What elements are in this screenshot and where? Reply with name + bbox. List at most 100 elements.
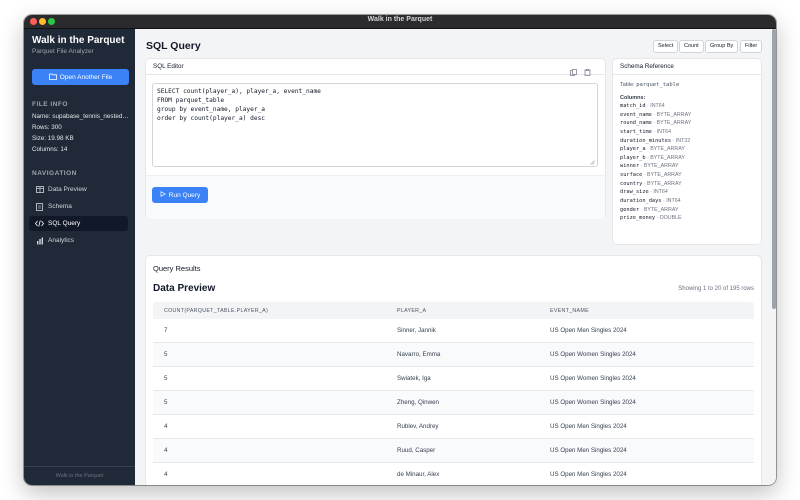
code-line: group by event_name, player_a (157, 106, 266, 113)
count-template-button[interactable]: Count (679, 40, 704, 53)
filter-template-button[interactable]: Filter (740, 40, 763, 53)
schema-column: event_name · BYTE_ARRAY (620, 111, 760, 120)
table-row[interactable]: 4 de Minaur, Alex US Open Men Singles 2024 (153, 463, 754, 485)
file-rows: Rows: 300 (32, 124, 62, 131)
navigation-heading: NAVIGATION (32, 170, 77, 177)
sql-query-textarea[interactable]: SELECT count(player_a), player_a, event_… (152, 83, 598, 167)
query-results-card: Query Results Data Preview Showing 1 to … (146, 256, 761, 485)
column-type: BYTE_ARRAY (656, 120, 692, 127)
results-table: COUNT(PARQUET_TABLE.PLAYER_A) PLAYER_A E… (153, 302, 754, 485)
schema-column: player_b · BYTE_ARRAY (620, 154, 760, 163)
schema-column: gender · BYTE_ARRAY (620, 206, 760, 215)
table-cell: US Open Men Singles 2024 (550, 327, 627, 334)
column-name: player_a (620, 146, 646, 153)
table-row[interactable]: 4 Ruud, Casper US Open Men Singles 2024 (153, 439, 754, 463)
schema-column: prize_money · DOUBLE (620, 214, 760, 223)
rows-count: Showing 1 to 20 of 195 rows (678, 286, 754, 292)
table-cell: US Open Men Singles 2024 (550, 423, 627, 430)
nav-item-label: SQL Query (48, 220, 81, 227)
schema-column: draw_size · INT64 (620, 188, 760, 197)
schema-column: winner · BYTE_ARRAY (620, 162, 760, 171)
sql-editor-title: SQL Editor (146, 59, 605, 75)
table-row[interactable]: 5 Zheng, Qinwen US Open Women Singles 2024 (153, 391, 754, 415)
column-header[interactable]: EVENT_NAME (550, 308, 754, 314)
column-type: INT64 (656, 128, 672, 135)
table-cell: Rublev, Andrey (397, 423, 439, 430)
column-type: INT64 (653, 189, 668, 196)
document-icon (35, 202, 44, 211)
column-name: duration_minutes (620, 137, 672, 144)
scrollbar-thumb[interactable] (772, 29, 776, 309)
run-query-button[interactable]: Run Query (152, 187, 208, 203)
nav-item-schema[interactable]: Schema (29, 199, 128, 214)
schema-reference-card: Schema Reference Table: parquet_table Co… (613, 59, 761, 244)
table-body: 7 Sinner, Jannik US Open Men Singles 2024 5… (153, 319, 754, 485)
query-results-heading: Query Results (153, 264, 201, 273)
code-line: SELECT count(player_a), player_a, event_… (157, 88, 321, 95)
table-cell: US Open Men Singles 2024 (550, 447, 627, 454)
resize-handle-icon[interactable] (590, 159, 595, 165)
table-name: parquet_table (636, 82, 680, 88)
column-type: BYTE_ARRAY (647, 172, 682, 179)
sql-editor-card: SQL Editor SELECT count(player_a), playe… (146, 59, 605, 219)
table-cell: 5 (164, 351, 168, 358)
table-row[interactable]: 4 Rublev, Andrey US Open Men Singles 2024 (153, 415, 754, 439)
column-name: surface (620, 172, 643, 179)
table-cell: 5 (164, 375, 168, 382)
table-cell: de Minaur, Alex (397, 471, 440, 478)
column-name: draw_size (620, 189, 649, 196)
column-header[interactable]: PLAYER_A (397, 308, 550, 314)
column-name: winner (620, 163, 640, 170)
schema-column: round_name · BYTE_ARRAY (620, 119, 760, 128)
table-cell: 7 (164, 327, 168, 334)
group-by-template-button[interactable]: Group By (705, 40, 739, 53)
column-name: start_time (620, 128, 652, 135)
table-row[interactable]: 5 Navarro, Emma US Open Women Singles 2024 (153, 343, 754, 367)
nav-item-label: Schema (48, 203, 72, 210)
column-name: match_id (620, 103, 646, 109)
column-name: round_name (620, 120, 652, 127)
table-header: COUNT(PARQUET_TABLE.PLAYER_A) PLAYER_A E… (153, 302, 754, 319)
nav-item-label: Analytics (48, 237, 75, 244)
file-columns: Columns: 14 (32, 146, 68, 153)
column-type: INT64 (666, 198, 681, 205)
table-row[interactable]: 5 Swiatek, Iga US Open Women Singles 2024 (153, 367, 754, 391)
paste-icon[interactable] (584, 63, 591, 76)
column-name: event_name (620, 111, 652, 118)
schema-column: player_a · BYTE_ARRAY (620, 145, 760, 154)
schema-column: start_time · INT64 (620, 128, 760, 137)
table-cell: 4 (164, 471, 168, 478)
editor-footer: Run Query (146, 175, 605, 219)
column-type: BYTE_ARRAY (643, 163, 679, 170)
nav-item-sql-query[interactable]: SQL Query (29, 216, 128, 231)
table-cell: Sinner, Jannik (397, 327, 436, 334)
table-cell: US Open Women Singles 2024 (550, 351, 636, 358)
table-cell: US Open Women Singles 2024 (550, 375, 636, 382)
file-size: Size: 19.98 KB (32, 135, 74, 142)
schema-column: duration_days · INT64 (620, 197, 760, 206)
open-another-file-label: Open Another File (59, 73, 113, 81)
column-name: duration_days (620, 198, 662, 205)
column-type: DOUBLE (659, 215, 682, 222)
copy-icon[interactable] (570, 63, 577, 76)
code-line: order by count(player_a) desc (157, 115, 266, 122)
nav-item-data-preview[interactable]: Data Preview (29, 182, 128, 197)
table-cell: Navarro, Emma (397, 351, 441, 358)
column-type: INT32 (675, 137, 691, 144)
select-template-button[interactable]: Select (653, 40, 679, 53)
sidebar: Walk in the Parquet Parquet File Analyze… (24, 29, 135, 485)
table-row[interactable]: 7 Sinner, Jannik US Open Men Singles 2024 (153, 319, 754, 343)
open-another-file-button[interactable]: Open Another File (32, 69, 129, 85)
nav-item-label: Data Preview (48, 186, 87, 193)
app-window: Walk in the Parquet Walk in the Parquet … (24, 15, 776, 485)
folder-icon (48, 73, 57, 82)
table-cell: Ruud, Casper (397, 447, 436, 454)
column-type: BYTE_ARRAY (650, 146, 685, 153)
nav-item-analytics[interactable]: Analytics (29, 233, 128, 248)
app-subtitle: Parquet File Analyzer (32, 48, 94, 55)
column-type: BYTE_ARRAY (647, 180, 682, 187)
schema-column: country · BYTE_ARRAY (620, 180, 760, 189)
window-title: Walk in the Parquet (367, 16, 433, 23)
table-icon (35, 185, 44, 194)
column-header[interactable]: COUNT(PARQUET_TABLE.PLAYER_A) (153, 308, 397, 314)
